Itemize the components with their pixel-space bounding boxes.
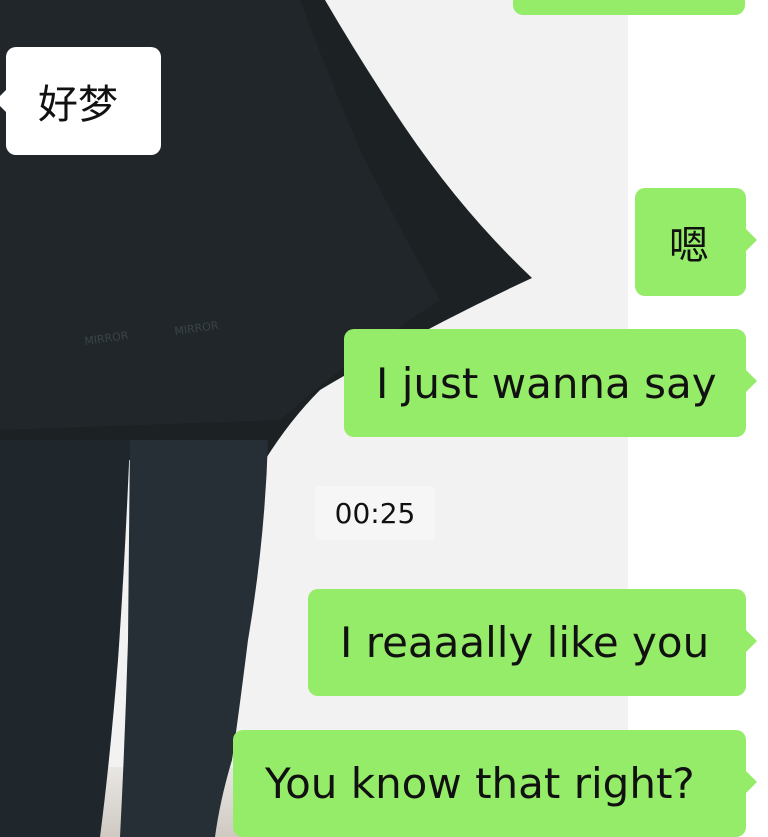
- message-bubble-received[interactable]: 好梦: [0, 47, 161, 155]
- message-bubble-sent[interactable]: I just wanna say: [344, 329, 757, 437]
- message-text: 好梦: [38, 82, 118, 128]
- message-text: I just wanna say: [376, 358, 717, 408]
- message-text: I reaaally like you: [340, 618, 710, 667]
- message-bubble-sent[interactable]: You know that right?: [233, 730, 757, 837]
- message-bubble-sent[interactable]: I reaaally like you: [308, 589, 757, 696]
- message-bubble-sent[interactable]: 嗯: [635, 188, 757, 296]
- message-text: 嗯: [669, 223, 709, 269]
- chat-screen: MIRROR MIRROR 好梦 嗯 I just wanna say 00:2…: [0, 0, 768, 837]
- message-text: You know that right?: [265, 759, 695, 808]
- message-bubble-sent[interactable]: [513, 0, 745, 15]
- message-timestamp: 00:25: [315, 486, 435, 540]
